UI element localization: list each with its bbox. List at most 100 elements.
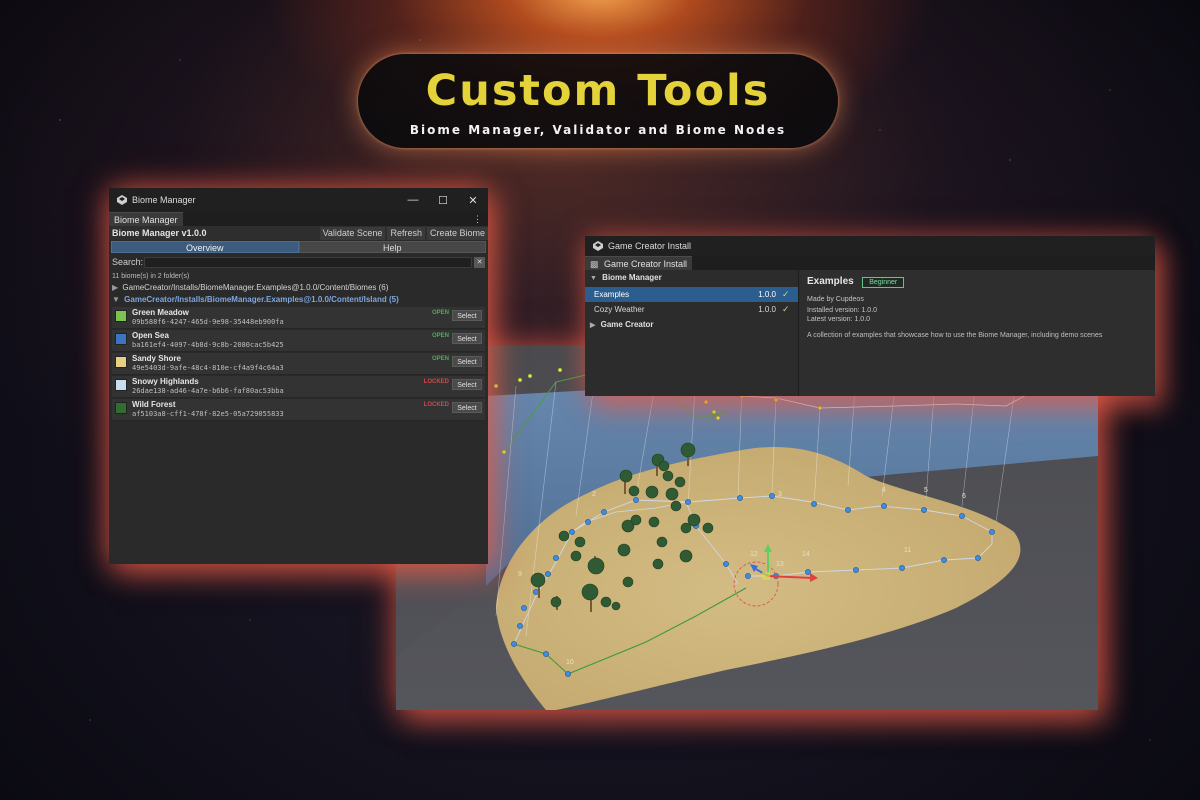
- biome-row-snowy-highlands[interactable]: Snowy Highlands 26dae138-ad46-4a7e-b6b6-…: [112, 376, 485, 398]
- tab-overview[interactable]: Overview: [111, 241, 299, 253]
- svg-text:10: 10: [566, 659, 574, 666]
- search-input[interactable]: [144, 256, 472, 268]
- view-toggle: Overview Help: [111, 241, 486, 253]
- status-badge: OPEN: [431, 356, 449, 362]
- svg-text:12: 12: [750, 551, 758, 558]
- game-creator-install-window[interactable]: Game Creator Install ▩ Game Creator Inst…: [585, 236, 1155, 396]
- clear-search-icon[interactable]: ✕: [474, 256, 485, 268]
- svg-text:13: 13: [776, 561, 784, 568]
- gci-window-title: Game Creator Install: [608, 241, 692, 251]
- package-version: 1.0.0: [758, 290, 776, 299]
- svg-text:14: 14: [802, 551, 810, 558]
- section-label: Biome Manager: [602, 273, 662, 282]
- biome-id: 09b588f6-4247-465d-9e98-35448eb900fa: [132, 318, 284, 326]
- difficulty-badge: Beginner: [862, 277, 905, 288]
- svg-text:3: 3: [778, 491, 782, 498]
- svg-text:11: 11: [904, 547, 911, 554]
- biome-id: ba161ef4-4097-4b8d-9c8b-2080cac5b425: [132, 341, 284, 349]
- svg-text:9: 9: [518, 571, 522, 578]
- status-badge: LOCKED: [423, 379, 449, 385]
- chevron-down-icon: ▼: [112, 295, 120, 304]
- close-icon[interactable]: ✕: [458, 194, 488, 207]
- create-biome-button[interactable]: Create Biome: [426, 226, 488, 240]
- biome-row-wild-forest[interactable]: Wild Forest af5103a8-cff1-478f-82e5-05a7…: [112, 399, 485, 421]
- svg-text:4: 4: [882, 487, 886, 494]
- folder-biomes[interactable]: ▶ GameCreator/Installs/BiomeManager.Exam…: [109, 282, 488, 294]
- minimize-icon[interactable]: —: [398, 194, 428, 207]
- package-item-examples[interactable]: Examples 1.0.0 ✓: [585, 287, 798, 302]
- biome-id: 49e5403d-9afe-48c4-810e-cf4a9f4c64a3: [132, 364, 284, 372]
- biome-color-swatch: [115, 333, 127, 345]
- bm-titlebar[interactable]: Biome Manager — ☐ ✕: [109, 188, 488, 212]
- biome-row-open-sea[interactable]: Open Sea ba161ef4-4097-4b8d-9c8b-2080cac…: [112, 330, 485, 352]
- package-author: Made by Cupdeos: [807, 296, 864, 303]
- more-options-icon[interactable]: ⋮: [473, 212, 482, 226]
- section-game-creator[interactable]: ▶ Game Creator: [585, 317, 798, 334]
- package-label: Cozy Weather: [594, 305, 645, 314]
- version-title: Biome Manager v1.0.0: [112, 228, 207, 238]
- scene-canvas[interactable]: 2 3 4 5 6 9 10 11 12 13 14: [396, 346, 1098, 710]
- biome-row-green-meadow[interactable]: Green Meadow 09b588f6-4247-465d-9e98-354…: [112, 307, 485, 329]
- package-title: Examples: [807, 276, 854, 287]
- bm-window-title: Biome Manager: [132, 195, 196, 205]
- select-button[interactable]: Select: [452, 379, 482, 390]
- gci-package-detail: Examples Beginner Made by Cupdeos Instal…: [799, 270, 1155, 396]
- biome-name: Wild Forest: [132, 400, 176, 409]
- gci-package-list: ▼ Biome Manager Examples 1.0.0 ✓ Cozy We…: [585, 270, 799, 396]
- select-button[interactable]: Select: [452, 356, 482, 367]
- package-label: Examples: [594, 290, 630, 299]
- biome-name: Green Meadow: [132, 308, 189, 317]
- package-item-cozy-weather[interactable]: Cozy Weather 1.0.0 ✓: [585, 302, 798, 317]
- search-label: Search:: [112, 257, 144, 267]
- gci-titlebar[interactable]: Game Creator Install: [585, 236, 1155, 256]
- tab-label: Game Creator Install: [604, 259, 688, 269]
- folder-path: GameCreator/Installs/BiomeManager.Exampl…: [122, 283, 377, 292]
- biome-color-swatch: [115, 379, 127, 391]
- search-row: Search: ✕: [109, 255, 488, 269]
- tab-help[interactable]: Help: [298, 241, 486, 253]
- biome-color-swatch: [115, 402, 127, 414]
- biome-count: 11 biome(s) in 2 folder(s): [112, 273, 190, 280]
- unity-icon: [593, 241, 603, 251]
- svg-text:5: 5: [924, 487, 928, 494]
- scene-view[interactable]: 2 3 4 5 6 9 10 11 12 13 14: [396, 346, 1098, 710]
- maximize-icon[interactable]: ☐: [428, 194, 458, 207]
- folder-count: (5): [388, 295, 399, 304]
- biome-list: Green Meadow 09b588f6-4247-465d-9e98-354…: [109, 307, 488, 421]
- status-badge: OPEN: [431, 310, 449, 316]
- check-icon: ✓: [782, 289, 790, 299]
- biome-row-sandy-shore[interactable]: Sandy Shore 49e5403d-9afe-48c4-810e-cf4a…: [112, 353, 485, 375]
- biome-color-swatch: [115, 310, 127, 322]
- section-label: Game Creator: [600, 320, 654, 329]
- tab-biome-manager[interactable]: Biome Manager: [109, 212, 183, 226]
- folder-count: (6): [378, 283, 389, 292]
- section-biome-manager[interactable]: ▼ Biome Manager: [585, 270, 798, 287]
- validate-scene-button[interactable]: Validate Scene: [319, 226, 386, 240]
- install-icon: ▩: [590, 259, 599, 269]
- biome-id: af5103a8-cff1-478f-82e5-05a729055833: [132, 410, 284, 418]
- unity-icon: [117, 195, 127, 205]
- svg-text:6: 6: [962, 493, 966, 500]
- bm-header: Biome Manager v1.0.0 Validate Scene Refr…: [109, 226, 488, 240]
- select-button[interactable]: Select: [452, 310, 482, 321]
- biome-name: Sandy Shore: [132, 354, 181, 363]
- chevron-right-icon: ▶: [112, 283, 119, 292]
- refresh-button[interactable]: Refresh: [387, 226, 425, 240]
- package-description: A collection of examples that showcase h…: [807, 332, 1103, 339]
- svg-text:2: 2: [592, 491, 596, 498]
- hero-title: Custom Tools: [425, 66, 771, 116]
- chevron-right-icon: ▶: [590, 322, 596, 329]
- package-version: 1.0.0: [758, 305, 776, 314]
- gci-tabrow: ▩ Game Creator Install: [585, 256, 1155, 270]
- folder-island[interactable]: ▼ GameCreator/Installs/BiomeManager.Exam…: [109, 294, 488, 306]
- status-badge: LOCKED: [423, 402, 449, 408]
- select-button[interactable]: Select: [452, 402, 482, 413]
- hero-banner: Custom Tools Biome Manager, Validator an…: [358, 54, 838, 148]
- biome-manager-window[interactable]: Biome Manager — ☐ ✕ Biome Manager ⋮ Biom…: [109, 188, 488, 564]
- biome-id: 26dae138-ad46-4a7e-b6b6-faf80ac53bba: [132, 387, 284, 395]
- status-badge: OPEN: [431, 333, 449, 339]
- installed-version: Installed version: 1.0.0: [807, 307, 878, 314]
- select-button[interactable]: Select: [452, 333, 482, 344]
- latest-version: Latest version: 1.0.0: [807, 316, 871, 323]
- tab-game-creator-install[interactable]: ▩ Game Creator Install: [585, 256, 693, 270]
